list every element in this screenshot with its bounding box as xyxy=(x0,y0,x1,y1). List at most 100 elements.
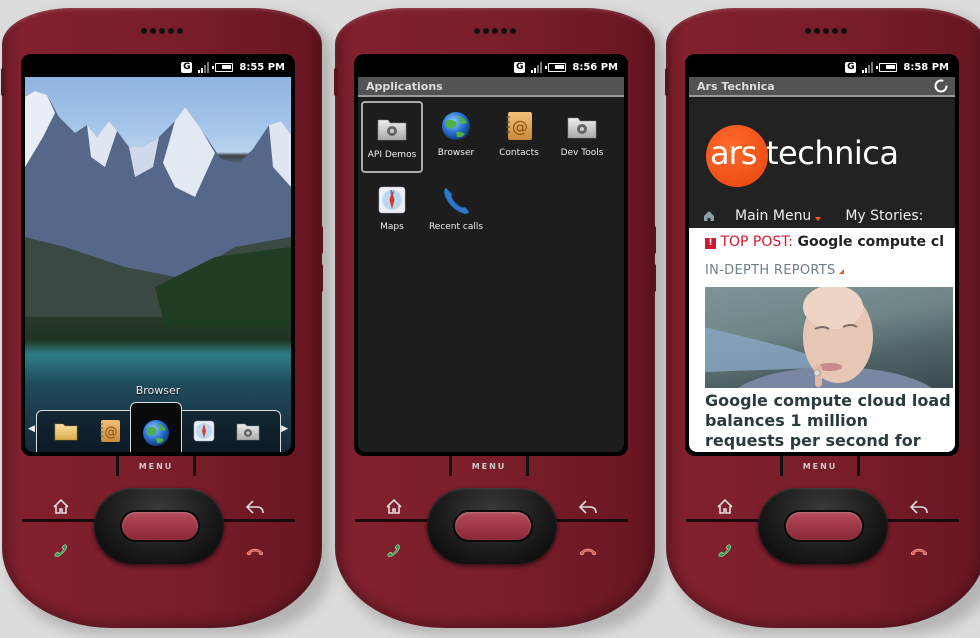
menu-button[interactable]: MENU xyxy=(116,456,196,476)
app-browser[interactable]: Browser xyxy=(425,101,487,173)
site-logo-technica[interactable]: technica xyxy=(766,134,899,172)
trackball-surround xyxy=(427,488,557,564)
alert-icon: ! xyxy=(705,238,716,249)
top-post-tag: TOP POST: xyxy=(720,234,793,250)
window-title-bar: Applications xyxy=(358,77,624,97)
battery-icon xyxy=(876,63,898,72)
phone-home: G 8:55 PM Browser ◀ ▶ @ MENU xyxy=(1,8,332,634)
network-type-icon: G xyxy=(514,62,526,73)
trackball-button[interactable] xyxy=(455,512,531,540)
browser-globe-icon[interactable] xyxy=(141,418,171,448)
home-icon[interactable] xyxy=(703,210,715,222)
divider xyxy=(22,519,97,522)
dock-left-arrow-icon[interactable]: ◀ xyxy=(28,424,35,434)
section-heading[interactable]: IN-DEPTH REPORTS xyxy=(705,263,844,278)
screen-frame: G 8:58 PM Ars Technica ars technica Main… xyxy=(685,54,959,456)
home-icon[interactable] xyxy=(50,496,72,518)
home-screen[interactable]: G 8:55 PM Browser ◀ ▶ @ xyxy=(25,58,291,452)
screen-frame: G 8:55 PM Browser ◀ ▶ @ xyxy=(21,54,295,456)
status-bar[interactable]: G 8:58 PM xyxy=(689,58,955,77)
signal-icon xyxy=(531,62,543,73)
app-api-demos[interactable]: API Demos xyxy=(361,101,423,173)
back-icon[interactable] xyxy=(908,496,930,518)
divider xyxy=(686,519,761,522)
my-stories-link[interactable]: My Stories: xyxy=(845,208,923,224)
volume-button[interactable] xyxy=(334,68,338,96)
trackball-button[interactable] xyxy=(122,512,198,540)
top-post-title[interactable]: Google compute cl xyxy=(797,234,944,250)
loading-spinner-icon xyxy=(934,79,948,93)
svg-text:N: N xyxy=(390,190,394,196)
earpiece-speaker xyxy=(141,28,183,34)
divider xyxy=(553,519,628,522)
status-bar[interactable]: G 8:56 PM xyxy=(358,58,624,77)
menu-button[interactable]: MENU xyxy=(780,456,860,476)
side-button[interactable] xyxy=(319,264,323,292)
home-icon[interactable] xyxy=(383,496,405,518)
trackball-surround xyxy=(758,488,888,564)
side-button[interactable] xyxy=(652,264,656,292)
site-header: ars technica Main Menu My Stories: xyxy=(689,99,955,229)
battery-icon xyxy=(212,63,234,72)
side-button[interactable] xyxy=(652,226,656,254)
gear-folder-icon xyxy=(567,117,597,139)
dock-right-arrow-icon[interactable]: ▶ xyxy=(281,424,288,434)
end-call-icon[interactable] xyxy=(908,540,930,562)
article-headline[interactable]: Google compute cloud load balances 1 mil… xyxy=(705,391,951,452)
maps-compass-icon[interactable] xyxy=(191,418,217,444)
divider xyxy=(884,519,959,522)
globe-icon xyxy=(442,112,470,140)
app-label: API Demos xyxy=(367,150,417,160)
network-type-icon: G xyxy=(845,62,857,73)
app-contacts[interactable]: @ Contacts xyxy=(488,101,550,173)
signal-icon xyxy=(198,62,210,73)
app-maps[interactable]: N Maps xyxy=(361,175,423,247)
contacts-book-icon: @ xyxy=(506,112,532,140)
app-label: Contacts xyxy=(499,148,539,158)
gear-folder-icon xyxy=(377,119,407,141)
earpiece-speaker xyxy=(474,28,516,34)
end-call-icon[interactable] xyxy=(577,540,599,562)
window-title: Applications xyxy=(366,79,443,93)
status-bar[interactable]: G 8:55 PM xyxy=(25,58,291,77)
call-icon[interactable] xyxy=(50,540,72,562)
svg-text:@: @ xyxy=(512,117,528,136)
screen-frame: G 8:56 PM Applications API Demos Browser… xyxy=(354,54,628,456)
dropdown-caret-icon xyxy=(815,217,822,221)
call-icon[interactable] xyxy=(383,540,405,562)
folder-icon[interactable] xyxy=(53,418,79,444)
divider xyxy=(355,519,430,522)
home-icon[interactable] xyxy=(714,496,736,518)
app-dev-tools[interactable]: Dev Tools xyxy=(551,101,613,173)
section-caret-icon xyxy=(838,269,844,274)
trackball-button[interactable] xyxy=(786,512,862,540)
clock: 8:58 PM xyxy=(903,62,949,73)
browser-screen: G 8:58 PM Ars Technica ars technica Main… xyxy=(689,58,955,452)
network-type-icon: G xyxy=(181,62,193,73)
volume-button[interactable] xyxy=(665,68,669,96)
top-post[interactable]: ! TOP POST: Google compute cl xyxy=(705,234,944,250)
phone-app-drawer: G 8:56 PM Applications API Demos Browser… xyxy=(334,8,665,634)
article-hero-image[interactable] xyxy=(705,287,953,388)
page-title: Ars Technica xyxy=(697,79,775,93)
main-menu-link[interactable]: Main Menu xyxy=(735,208,811,224)
app-drawer-screen: G 8:56 PM Applications API Demos Browser… xyxy=(358,58,624,452)
contacts-icon[interactable]: @ xyxy=(97,418,123,444)
trackball-surround xyxy=(94,488,224,564)
settings-folder-icon[interactable] xyxy=(235,418,261,444)
side-button[interactable] xyxy=(319,226,323,254)
signal-icon xyxy=(862,62,874,73)
volume-button[interactable] xyxy=(1,68,5,96)
clock: 8:55 PM xyxy=(239,62,285,73)
back-icon[interactable] xyxy=(244,496,266,518)
app-recent-calls[interactable]: Recent calls xyxy=(425,175,487,247)
back-icon[interactable] xyxy=(577,496,599,518)
menu-button[interactable]: MENU xyxy=(449,456,529,476)
app-label: Maps xyxy=(380,222,404,232)
call-icon[interactable] xyxy=(714,540,736,562)
site-logo-ars[interactable]: ars xyxy=(710,134,757,172)
end-call-icon[interactable] xyxy=(244,540,266,562)
page-content[interactable]: ! TOP POST: Google compute cl IN-DEPTH R… xyxy=(689,228,955,452)
divider xyxy=(220,519,295,522)
app-label: Browser xyxy=(437,148,475,158)
